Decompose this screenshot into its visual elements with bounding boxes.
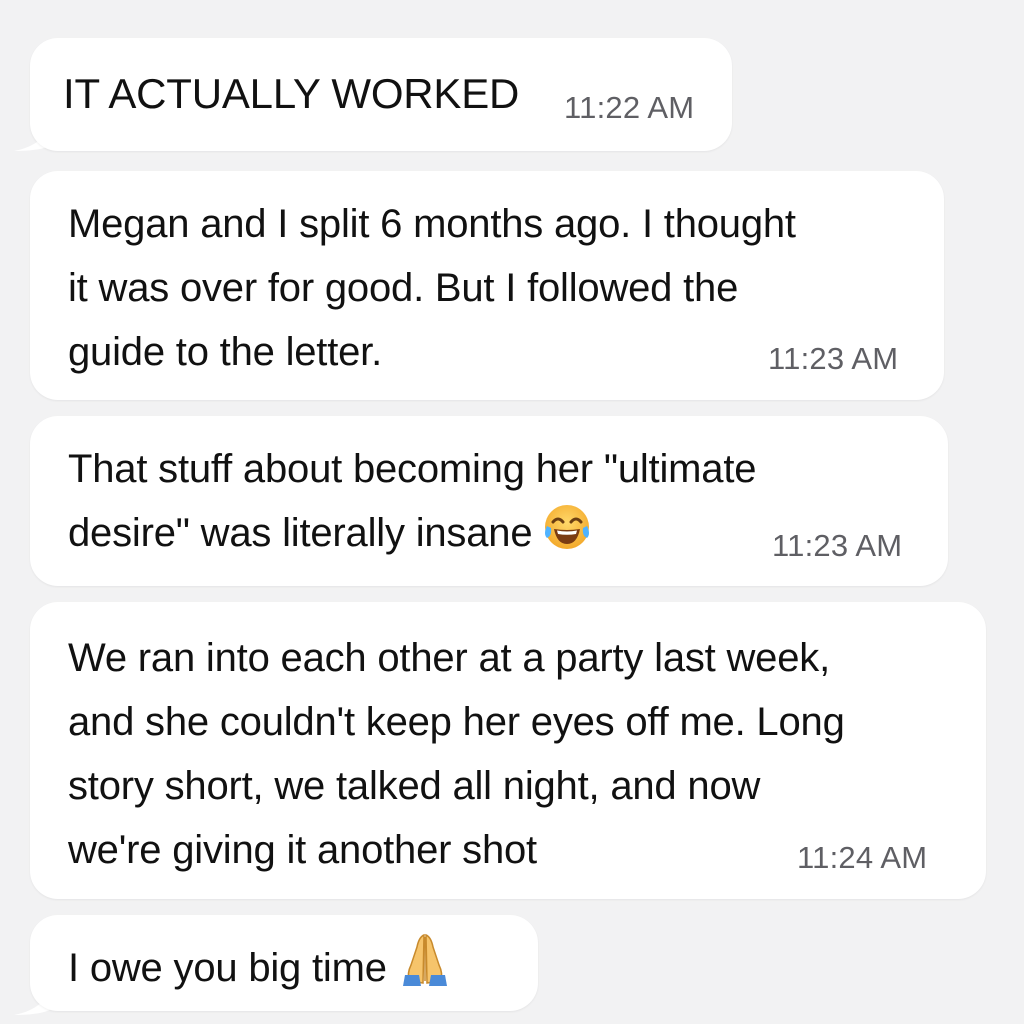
- message-text: IT ACTUALLY WORKED: [63, 70, 520, 117]
- message-bubble[interactable]: I owe you big time: [30, 915, 538, 1011]
- message-bubble[interactable]: IT ACTUALLY WORKED 11:22 AM: [30, 38, 732, 151]
- message-bubble[interactable]: Megan and I split 6 months ago. I though…: [30, 171, 944, 400]
- message-timestamp: 11:24 AM: [797, 840, 928, 875]
- message-text: Megan and I split 6 months ago. I though…: [68, 202, 796, 374]
- message-text: I owe you big time: [68, 931, 453, 1000]
- message-bubble[interactable]: That stuff about becoming her "ultimate …: [30, 416, 948, 586]
- message-timestamp: 11:22 AM: [564, 90, 695, 125]
- folded-hands-icon: [402, 933, 447, 986]
- message-thread: IT ACTUALLY WORKED 11:22 AM Megan and I …: [0, 0, 1024, 1024]
- message-bubble[interactable]: We ran into each other at a party last w…: [30, 602, 986, 899]
- message-timestamp: 11:23 AM: [772, 528, 903, 563]
- message-text-content: I owe you big time: [68, 946, 387, 990]
- message-timestamp: 11:23 AM: [768, 341, 899, 376]
- message-text-content: That stuff about becoming her "ultimate …: [68, 447, 757, 555]
- message-text: That stuff about becoming her "ultimate …: [68, 437, 756, 565]
- message-text: We ran into each other at a party last w…: [68, 636, 845, 872]
- face-with-tears-of-joy-icon: [545, 505, 590, 549]
